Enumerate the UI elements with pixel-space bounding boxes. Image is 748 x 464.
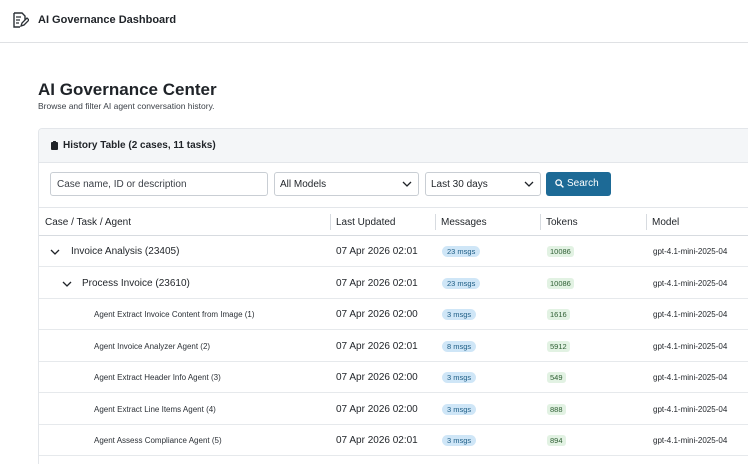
last-updated-cell: 07 Apr 2026 02:01 bbox=[336, 246, 418, 257]
column-divider bbox=[330, 214, 331, 230]
search-button[interactable]: Search bbox=[546, 172, 611, 196]
page-subtitle: Browse and filter AI agent conversation … bbox=[38, 101, 215, 111]
model-cell: gpt-4.1-mini-2025-04 bbox=[653, 247, 728, 256]
last-updated-cell: 07 Apr 2026 02:00 bbox=[336, 372, 418, 383]
model-cell: gpt-4.1-mini-2025-04 bbox=[653, 404, 728, 414]
table-row[interactable]: Process Invoice (23610) 07 Apr 2026 02:01… bbox=[39, 268, 748, 299]
agent-name: Agent Extract Header Info Agent (3) bbox=[94, 373, 221, 382]
messages-badge: 23 msgs bbox=[442, 277, 481, 289]
tokens-badge: 1616 bbox=[547, 309, 570, 320]
model-cell: gpt-4.1-mini-2025-04 bbox=[653, 310, 728, 319]
search-input[interactable] bbox=[50, 172, 268, 196]
chevron-down-icon bbox=[524, 181, 534, 187]
messages-badge: 23 msgs bbox=[442, 246, 481, 257]
model-select[interactable]: All Models bbox=[274, 172, 419, 196]
table-row[interactable]: Agent Extract Line Items Agent (4) 07 Apr… bbox=[39, 394, 748, 425]
task-name: Process Invoice (23610) bbox=[82, 277, 190, 289]
tokens-badge: 10086 bbox=[547, 277, 574, 289]
agent-name: Agent Invoice Analyzer Agent (2) bbox=[94, 341, 211, 351]
app-title: AI Governance Dashboard bbox=[38, 14, 177, 26]
chevron-down-icon bbox=[402, 181, 412, 187]
table-row[interactable]: Agent Extract Invoice Content from Image… bbox=[39, 299, 748, 330]
last-updated-cell: 07 Apr 2026 02:00 bbox=[336, 309, 418, 320]
model-select-value: All Models bbox=[280, 179, 327, 190]
table-row[interactable]: Invoice Analysis (23405) 07 Apr 2026 02:0… bbox=[39, 236, 748, 267]
tokens-badge: 894 bbox=[547, 435, 566, 446]
date-range-value: Last 30 days bbox=[431, 179, 488, 190]
column-header-model[interactable]: Model bbox=[652, 217, 679, 228]
table-row[interactable]: Agent Extract Header Info Agent (3) 07 Ap… bbox=[39, 362, 748, 393]
messages-badge: 3 msgs bbox=[442, 309, 477, 320]
messages-badge: 3 msgs bbox=[442, 403, 477, 415]
tokens-badge: 5912 bbox=[547, 340, 570, 352]
expand-chevron-icon[interactable] bbox=[62, 280, 72, 288]
tokens-badge: 10086 bbox=[547, 246, 574, 257]
document-edit-icon[interactable] bbox=[11, 11, 29, 29]
messages-badge: 3 msgs bbox=[442, 372, 477, 383]
clipboard-icon bbox=[51, 141, 58, 150]
date-range-select[interactable]: Last 30 days bbox=[425, 172, 541, 196]
last-updated-cell: 07 Apr 2026 02:01 bbox=[336, 340, 418, 352]
messages-badge: 8 msgs bbox=[442, 340, 477, 352]
column-divider bbox=[646, 214, 647, 230]
model-cell: gpt-4.1-mini-2025-04 bbox=[653, 373, 728, 382]
search-icon bbox=[555, 179, 564, 188]
search-button-label: Search bbox=[567, 178, 599, 189]
history-card: History Table (2 cases, 11 tasks) All Mo… bbox=[38, 128, 748, 464]
table-header: Case / Task / Agent Last Updated Message… bbox=[39, 207, 748, 236]
last-updated-cell: 07 Apr 2026 02:01 bbox=[336, 277, 418, 289]
model-cell: gpt-4.1-mini-2025-04 bbox=[653, 436, 728, 445]
agent-name: Agent Extract Line Items Agent (4) bbox=[94, 404, 216, 414]
agent-name: Agent Assess Compliance Agent (5) bbox=[94, 436, 222, 445]
column-header-tokens[interactable]: Tokens bbox=[546, 217, 578, 228]
last-updated-cell: 07 Apr 2026 02:01 bbox=[336, 435, 418, 446]
tokens-badge: 888 bbox=[547, 403, 566, 415]
table-row[interactable]: Agent Assess Compliance Agent (5) 07 Apr … bbox=[39, 425, 748, 456]
tokens-badge: 549 bbox=[547, 372, 566, 383]
agent-name: Agent Extract Invoice Content from Image… bbox=[94, 310, 255, 319]
last-updated-cell: 07 Apr 2026 02:00 bbox=[336, 403, 418, 415]
page-title: AI Governance Center bbox=[38, 80, 217, 99]
card-title: History Table (2 cases, 11 tasks) bbox=[63, 140, 216, 151]
top-bar: AI Governance Dashboard bbox=[0, 0, 748, 43]
model-cell: gpt-4.1-mini-2025-04 bbox=[653, 341, 728, 351]
column-header-case[interactable]: Case / Task / Agent bbox=[45, 217, 131, 228]
column-divider bbox=[435, 214, 436, 230]
table-row[interactable]: Agent Invoice Analyzer Agent (2) 07 Apr 2… bbox=[39, 331, 748, 362]
column-header-updated[interactable]: Last Updated bbox=[336, 217, 396, 228]
card-header: History Table (2 cases, 11 tasks) bbox=[39, 129, 748, 163]
expand-chevron-icon[interactable] bbox=[50, 248, 60, 256]
column-header-messages[interactable]: Messages bbox=[441, 217, 487, 228]
column-divider bbox=[540, 214, 541, 230]
case-name: Invoice Analysis (23405) bbox=[71, 246, 180, 257]
model-cell: gpt-4.1-mini-2025-04 bbox=[653, 278, 728, 288]
messages-badge: 3 msgs bbox=[442, 435, 477, 446]
